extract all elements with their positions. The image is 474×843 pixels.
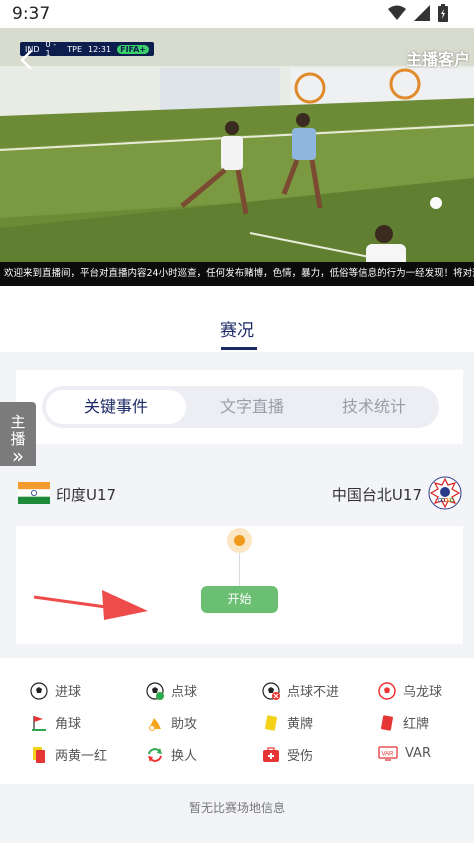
tab-match-status[interactable]: 赛况 xyxy=(0,316,474,341)
video-frame: 13 xyxy=(0,28,474,286)
var-icon: VAR xyxy=(378,746,398,761)
video-watermark: 主播客户 xyxy=(405,50,470,69)
home-team-name: 印度U17 xyxy=(56,486,117,504)
segment-text-live[interactable]: 文字直播 xyxy=(190,390,314,424)
legend-penalty-missed: 点球不进 xyxy=(262,681,339,700)
kickoff-label: 开始 xyxy=(201,586,278,613)
legend-label: 受伤 xyxy=(287,749,314,764)
legend-label: 点球 xyxy=(171,685,198,700)
legend-goal: 进球 xyxy=(30,681,81,700)
side-tab-line1: 主 xyxy=(10,413,26,431)
substitution-icon xyxy=(148,747,162,762)
scorebug: IND 0 - 1 TPE 12:31 FIFA+ xyxy=(20,40,154,58)
teams-row: 印度U17 中国台北U17 xyxy=(0,466,474,526)
timeline-dot-core xyxy=(234,535,245,546)
double-chevron-icon: » xyxy=(11,444,25,468)
segment-tech-stats[interactable]: 技术统计 xyxy=(314,390,434,424)
legend-red-card: 红牌 xyxy=(378,713,429,732)
tab-underline xyxy=(221,347,257,350)
assist-icon xyxy=(149,717,161,731)
away-team-name: 中国台北U17 xyxy=(331,486,422,504)
legend-label: 进球 xyxy=(55,685,82,700)
venue-info-message: 暂无比赛场地信息 xyxy=(188,801,285,815)
legend-label: 换人 xyxy=(171,749,198,764)
injury-icon xyxy=(263,746,279,762)
legend-second-yellow: 两黄一红 xyxy=(30,745,107,764)
status-time: 9:37 xyxy=(12,4,51,24)
scorebug-away: TPE xyxy=(67,44,83,54)
back-button[interactable] xyxy=(12,46,40,74)
legend-label: 两黄一红 xyxy=(55,749,108,764)
legend-label: 乌龙球 xyxy=(403,685,443,700)
legend-own-goal: 乌龙球 xyxy=(378,681,442,700)
scorebug-clock: 12:31 xyxy=(88,44,112,54)
timeline-line xyxy=(239,553,240,587)
legend-assist: 助攻 xyxy=(146,713,197,732)
legend-yellow-card: 黄牌 xyxy=(262,713,313,732)
live-video[interactable]: 13 IND 0 - 1 TPE 12:31 FIFA+ 主播客户 欢迎来到直播… xyxy=(0,28,474,286)
back-arrow-icon xyxy=(20,50,32,70)
legend-penalty: 点球 xyxy=(146,681,197,700)
fifa-badge: FIFA+ xyxy=(117,44,149,54)
battery-icon xyxy=(438,4,448,22)
legend-substitution: 换人 xyxy=(146,745,197,764)
status-icons xyxy=(388,4,448,22)
red-card-icon xyxy=(381,714,393,731)
tab-bar: 赛况 xyxy=(0,286,474,352)
legend-label: 点球不进 xyxy=(287,685,340,700)
scorebug-score: 0 - 1 xyxy=(45,40,57,58)
yellow-card-icon xyxy=(265,714,277,731)
segment-key-events[interactable]: 关键事件 xyxy=(46,390,186,424)
own-goal-icon xyxy=(378,681,396,700)
signal-icon xyxy=(414,5,430,21)
streamer-side-tab[interactable]: 主 播 » xyxy=(0,402,36,476)
legend-label: 助攻 xyxy=(171,717,198,732)
india-flag-icon xyxy=(18,482,50,504)
segment-control: 关键事件 文字直播 技术统计 xyxy=(42,386,439,428)
legend-label: 红牌 xyxy=(403,717,430,732)
event-legend: 进球 点球 点球不进 乌龙球 角球 助攻 黄牌 红牌 两黄一红 换人 受伤 VA… xyxy=(0,658,474,784)
penalty-icon xyxy=(146,681,164,700)
legend-var: VAR VAR xyxy=(378,745,431,761)
legend-corner: 角球 xyxy=(30,713,81,732)
soccer-ball-icon xyxy=(30,681,48,700)
second-yellow-icon xyxy=(33,746,45,763)
chinese-taipei-logo-icon xyxy=(428,476,462,510)
legend-label: 角球 xyxy=(55,717,82,732)
wifi-icon xyxy=(388,5,406,20)
notice-marquee: 欢迎来到直播间，平台对直播内容24小时巡查，任何发布赌博，色情，暴力，低俗等信息… xyxy=(0,262,474,286)
status-bar: 9:37 xyxy=(0,0,474,28)
svg-text:VAR: VAR xyxy=(382,752,395,758)
legend-label: VAR xyxy=(405,745,431,761)
penalty-missed-icon xyxy=(262,681,280,700)
corner-flag-icon xyxy=(32,715,46,731)
legend-label: 黄牌 xyxy=(287,717,314,732)
legend-injury: 受伤 xyxy=(262,745,313,764)
